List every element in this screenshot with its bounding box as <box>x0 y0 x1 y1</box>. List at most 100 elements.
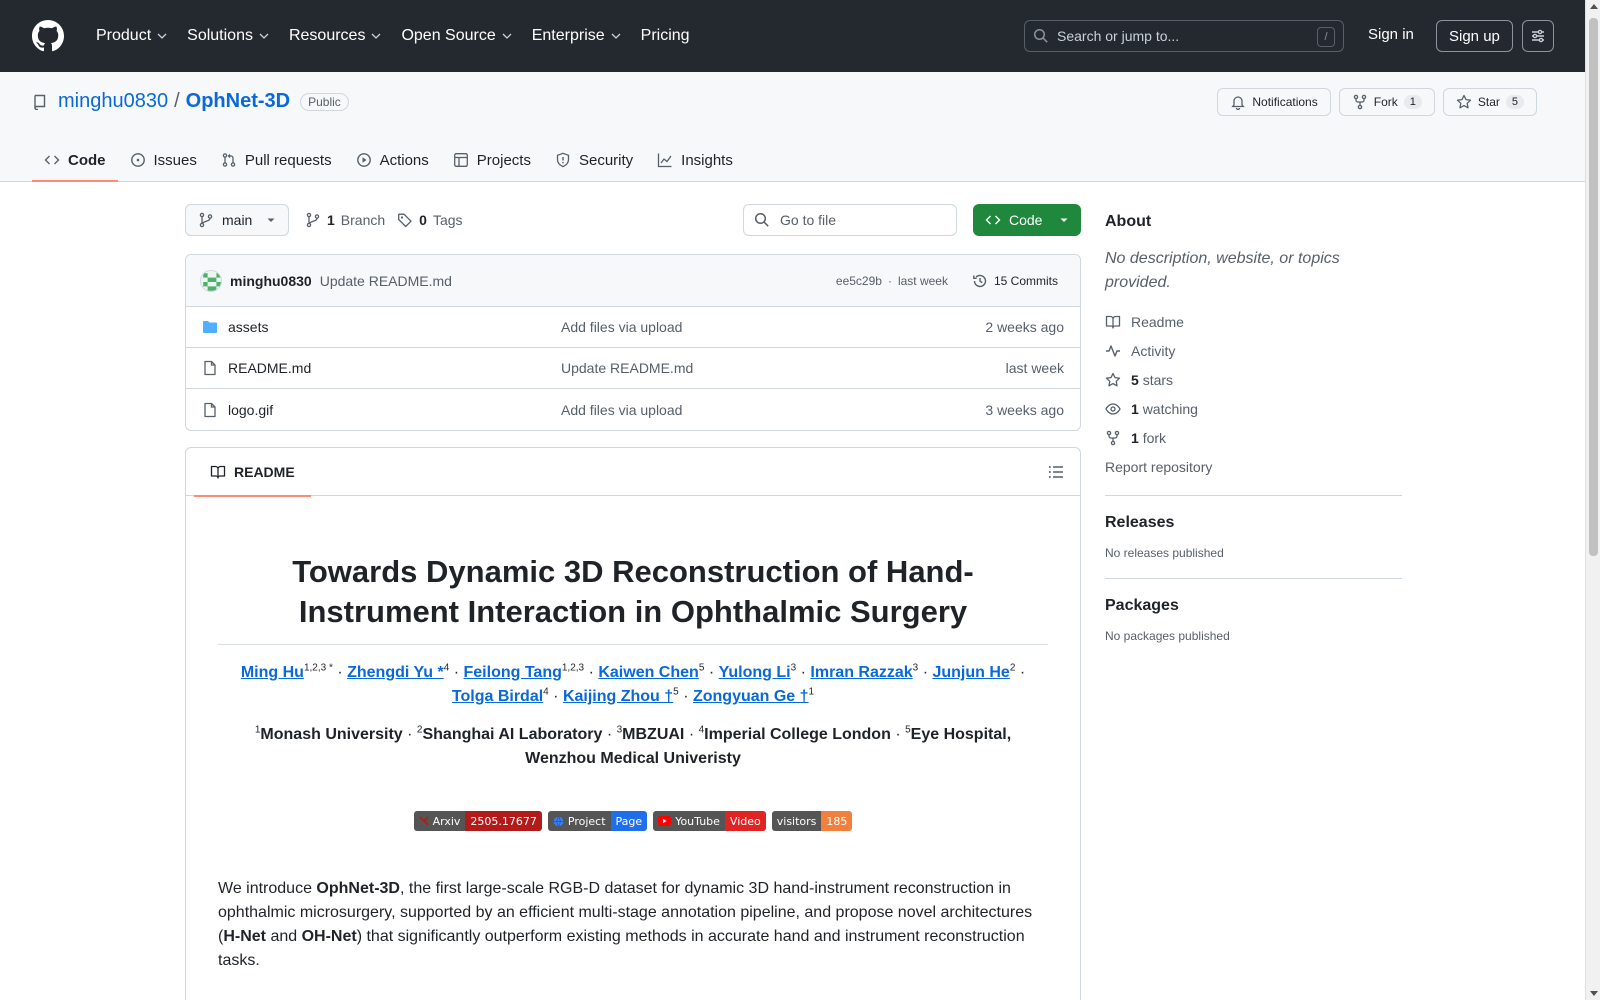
project-page-badge[interactable]: Project Page <box>547 811 648 831</box>
youtube-badge[interactable]: YouTube Video <box>653 811 766 831</box>
tab-issues[interactable]: Issues <box>118 138 209 182</box>
badge-right: 185 <box>821 811 853 831</box>
author-link[interactable]: Feilong Tang <box>464 664 562 681</box>
file-commit-message[interactable]: Add files via upload <box>561 402 985 418</box>
file-name-link[interactable]: README.md <box>228 360 561 376</box>
commit-meta: ee5c29b · last week 15 Commits <box>836 269 1066 293</box>
avatar[interactable] <box>200 269 222 292</box>
star-icon <box>1105 372 1121 386</box>
readme-tab[interactable]: README <box>194 448 311 497</box>
tags-link[interactable]: 0 Tags <box>397 212 463 228</box>
caret-down-icon <box>267 218 275 222</box>
tab-insights[interactable]: Insights <box>645 138 745 182</box>
github-logo-icon[interactable] <box>32 20 64 52</box>
author-link[interactable]: Kaijing Zhou † <box>563 688 673 705</box>
command-palette-button[interactable] <box>1522 20 1554 52</box>
fork-icon <box>1106 430 1120 445</box>
repo-tabs: Code Issues Pull requests Actions Projec… <box>32 138 745 182</box>
visibility-badge: Public <box>300 92 349 111</box>
affiliation-list: 1Monash University · 2Shanghai AI Labora… <box>254 724 1012 767</box>
code-dropdown-button[interactable]: Code <box>973 204 1081 236</box>
table-of-contents-icon[interactable] <box>1048 464 1064 480</box>
file-toolbar: main 1 Branch 0 Tags Go to file Code <box>185 204 1081 236</box>
author-link[interactable]: Kaiwen Chen <box>598 664 698 681</box>
repo-path-separator: / <box>174 90 180 112</box>
search-placeholder: Search or jump to... <box>1057 28 1180 44</box>
commit-hash-link[interactable]: ee5c29b <box>836 274 882 288</box>
nav-solutions[interactable]: Solutions <box>179 18 277 54</box>
readme-panel: README Towards Dynamic 3D Reconstruction… <box>185 447 1081 1000</box>
chevron-down-icon <box>157 33 167 39</box>
author-link[interactable]: Tolga Birdal <box>452 688 543 705</box>
page-scrollbar[interactable] <box>1585 0 1600 1000</box>
tab-pull-requests[interactable]: Pull requests <box>209 138 344 182</box>
fork-button[interactable]: Fork 1 <box>1338 88 1435 116</box>
forks-link[interactable]: 1 fork <box>1105 423 1402 452</box>
activity-link[interactable]: Activity <box>1105 336 1402 365</box>
nav-open-source[interactable]: Open Source <box>393 18 519 54</box>
tab-code[interactable]: Code <box>32 138 118 182</box>
star-button[interactable]: Star 5 <box>1442 88 1537 116</box>
scroll-down-arrow-icon[interactable] <box>1590 991 1598 996</box>
author-link[interactable]: Imran Razzak <box>810 664 912 681</box>
file-name-link[interactable]: assets <box>228 319 561 335</box>
file-row-logo[interactable]: logo.gif Add files via upload 3 weeks ag… <box>186 389 1080 430</box>
watchers-link[interactable]: 1 watching <box>1105 394 1402 423</box>
code-icon <box>44 155 60 165</box>
badge-left: Arxiv <box>413 811 466 831</box>
visitors-badge[interactable]: visitors 185 <box>771 811 853 831</box>
tab-security[interactable]: Security <box>543 138 645 182</box>
readme-link[interactable]: Readme <box>1105 307 1402 336</box>
author-link[interactable]: Junjun He <box>932 664 1009 681</box>
search-icon <box>1033 28 1048 43</box>
releases-heading[interactable]: Releases <box>1105 514 1402 532</box>
nav-resources[interactable]: Resources <box>281 18 389 54</box>
global-search-input[interactable]: Search or jump to... / <box>1024 20 1344 52</box>
sign-up-button[interactable]: Sign up <box>1436 20 1513 52</box>
commit-message-link[interactable]: Update README.md <box>320 273 452 289</box>
packages-heading[interactable]: Packages <box>1105 597 1402 615</box>
badge-right: 2505.17677 <box>465 811 542 831</box>
nav-enterprise[interactable]: Enterprise <box>524 18 629 54</box>
report-repository-link[interactable]: Report repository <box>1105 452 1402 481</box>
go-to-file-input[interactable]: Go to file <box>743 204 957 236</box>
author-link[interactable]: Ming Hu <box>241 664 304 681</box>
file-commit-message[interactable]: Add files via upload <box>561 319 985 335</box>
stars-link[interactable]: 5 stars <box>1105 365 1402 394</box>
tab-actions[interactable]: Actions <box>344 138 441 182</box>
file-name-link[interactable]: logo.gif <box>228 402 561 418</box>
file-row-assets[interactable]: assets Add files via upload 2 weeks ago <box>186 307 1080 348</box>
releases-empty-text: No releases published <box>1105 546 1224 560</box>
tab-projects[interactable]: Projects <box>441 138 543 182</box>
notifications-button[interactable]: Notifications <box>1217 88 1331 116</box>
repo-sidebar: About No description, website, or topics… <box>1105 204 1402 643</box>
author-link[interactable]: Zongyuan Ge † <box>693 688 809 705</box>
repository-header: minghu0830 / OphNet-3D Public Notificati… <box>0 72 1585 182</box>
repo-name-link[interactable]: OphNet-3D <box>186 90 290 113</box>
branch-selector-button[interactable]: main <box>185 204 289 236</box>
chevron-down-icon <box>259 33 269 39</box>
table-icon <box>453 153 468 167</box>
sign-in-link[interactable]: Sign in <box>1356 22 1426 47</box>
author-link[interactable]: Zhengdi Yu * <box>347 664 444 681</box>
star-count: 5 <box>1505 95 1524 109</box>
chevron-down-icon <box>371 33 381 39</box>
file-icon <box>204 360 216 376</box>
youtube-icon <box>658 816 672 826</box>
commits-history-link[interactable]: 15 Commits <box>964 269 1066 293</box>
about-heading: About <box>1105 213 1152 230</box>
scroll-up-arrow-icon[interactable] <box>1590 4 1598 9</box>
arxiv-badge[interactable]: Arxiv 2505.17677 <box>413 811 542 831</box>
commit-time: last week <box>897 273 948 288</box>
badge-row: Arxiv 2505.17677 Project Page YouTube Vi… <box>218 811 1048 831</box>
file-commit-message[interactable]: Update README.md <box>561 360 1006 376</box>
nav-product[interactable]: Product <box>88 18 175 54</box>
commit-author-link[interactable]: minghu0830 <box>230 273 312 289</box>
file-row-readme[interactable]: README.md Update README.md last week <box>186 348 1080 389</box>
scrollbar-thumb[interactable] <box>1589 18 1598 556</box>
file-list: minghu0830 Update README.md ee5c29b · la… <box>185 254 1081 431</box>
branches-link[interactable]: 1 Branch <box>305 212 385 228</box>
nav-pricing[interactable]: Pricing <box>633 18 698 54</box>
author-link[interactable]: Yulong Li <box>719 664 791 681</box>
repo-owner-link[interactable]: minghu0830 <box>58 90 168 113</box>
